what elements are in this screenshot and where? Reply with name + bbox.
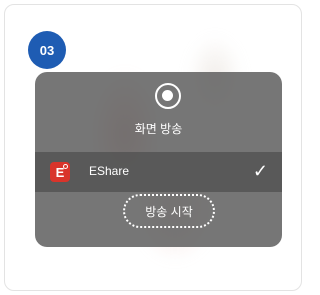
app-name: EShare: [89, 164, 130, 178]
eshare-app-icon: E: [50, 162, 70, 182]
instruction-card: 03 화면 방송 E EShare ✓ 방송 시작: [4, 4, 302, 291]
app-icon-dot: [63, 164, 68, 169]
app-list-item-eshare[interactable]: E EShare ✓: [35, 152, 282, 192]
panel-title: 화면 방송: [134, 122, 183, 136]
checkmark-icon: ✓: [252, 161, 268, 181]
start-broadcast-button[interactable]: 방송 시작: [123, 194, 215, 228]
screen-record-icon: [155, 83, 181, 109]
step-number-badge: 03: [28, 31, 66, 69]
screen-mirroring-panel: 화면 방송 E EShare ✓ 방송 시작: [35, 72, 282, 247]
